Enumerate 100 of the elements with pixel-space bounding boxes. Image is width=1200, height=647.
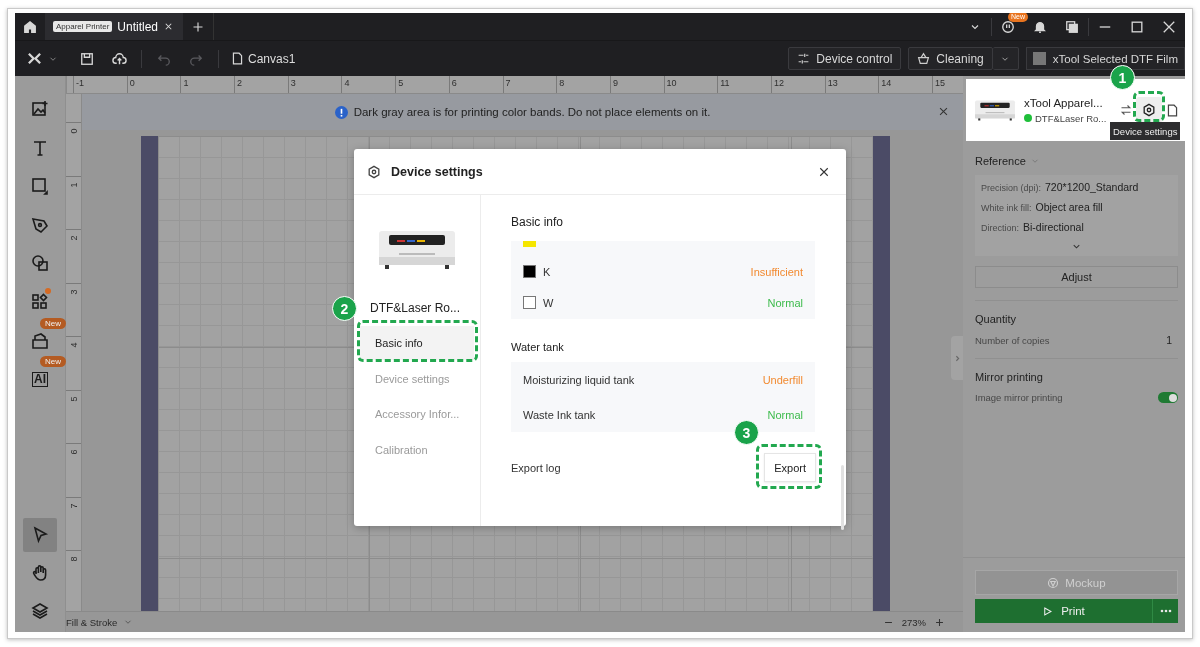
home-icon[interactable] (23, 19, 37, 34)
ruler-label: 7 (505, 78, 511, 88)
tank-status: Underfill (762, 373, 803, 386)
info-icon (334, 105, 348, 119)
ruler-label: 12 (773, 78, 784, 88)
field-label: Number of copies (975, 334, 1050, 346)
ruler-label: 3 (290, 78, 296, 88)
cloud-upload-icon[interactable] (111, 51, 127, 66)
device-mode: DTF&Laser Ro... (1035, 112, 1107, 124)
section-title: Reference (975, 155, 1026, 167)
play-icon (1042, 605, 1054, 617)
section-title: Mirror printing (975, 371, 1044, 383)
field-label: White ink fill: (981, 203, 1032, 213)
ruler-label: 15 (935, 78, 945, 88)
tooltip: Device settings (1110, 122, 1181, 140)
settings-icon (367, 164, 381, 179)
ruler-label: 5 (398, 78, 404, 88)
mockup-icon (1047, 576, 1060, 589)
new-badge: New (40, 317, 66, 329)
adjust-button[interactable]: Adjust (975, 266, 1178, 288)
tank-label: Moisturizing liquid tank (523, 373, 636, 386)
image-add-icon[interactable] (31, 100, 49, 118)
panel-collapse-handle[interactable] (951, 336, 963, 380)
new-badge: New (40, 356, 66, 368)
plus-icon[interactable] (192, 20, 204, 33)
canvas-name: Canvas1 (248, 51, 296, 66)
ruler-label: 2 (237, 78, 243, 88)
ruler-label: 10 (666, 78, 677, 88)
tank-status: Normal (767, 408, 803, 421)
ruler-label: 6 (451, 78, 457, 88)
export-log-label: Export log (511, 461, 561, 474)
ruler-label: 1 (68, 182, 79, 187)
section-title: Water tank (511, 341, 565, 353)
device-name: DTF&Laser Ro... (369, 301, 462, 315)
device-control-button[interactable]: Device control (788, 47, 902, 70)
export-button[interactable]: Export (764, 453, 816, 482)
windows-icon[interactable] (1065, 19, 1079, 34)
ai-tool-icon[interactable]: AI (32, 371, 48, 387)
maximize-icon[interactable] (1130, 19, 1144, 34)
ink-status: Normal (767, 296, 803, 309)
x-logo-icon[interactable] (26, 51, 42, 66)
box-icon[interactable] (31, 331, 49, 350)
device-name: xTool Apparel... (1024, 96, 1104, 109)
ruler-label: 5 (68, 396, 79, 401)
section-title: Basic info (511, 215, 565, 229)
zoom-level: 273% (901, 616, 926, 628)
swap-icon[interactable] (1120, 104, 1132, 116)
material-selector[interactable]: xTool Selected DTF Film (1025, 47, 1185, 70)
banner-message: Dark gray area is for printing color bands. Do not place elements on it. (353, 106, 711, 118)
apps-icon[interactable] (31, 292, 49, 311)
document-tab[interactable]: Apparel Printer Untitled (45, 13, 183, 40)
ruler-label: 1 (183, 78, 189, 88)
pen-icon[interactable] (31, 215, 49, 234)
cleaning-button[interactable]: Cleaning (908, 47, 993, 70)
hand-icon[interactable] (31, 564, 49, 582)
zoom-in-icon[interactable] (934, 616, 945, 628)
layers-icon[interactable] (31, 602, 49, 620)
print-button[interactable]: Print (975, 599, 1152, 623)
mirror-toggle[interactable] (1158, 392, 1178, 403)
ruler-label: -1 (76, 78, 84, 88)
tab-title: Untitled (117, 19, 159, 34)
ruler-label: 13 (827, 78, 838, 88)
close-icon[interactable] (818, 165, 830, 178)
settings-button[interactable] (1136, 97, 1162, 123)
highlight-frame (1133, 91, 1165, 122)
printer-type-badge: Apparel Printer (53, 21, 113, 32)
shapes-icon[interactable] (31, 254, 49, 273)
rectangle-icon[interactable] (31, 177, 49, 196)
ink-status: Insufficient (750, 265, 803, 278)
field-label: Precision (dpi): (981, 183, 1042, 193)
ruler-label: 8 (68, 556, 79, 562)
ruler-label: 3 (68, 289, 79, 294)
ruler-label: 8 (559, 78, 565, 88)
tank-label: Waste Ink tank (523, 408, 597, 421)
ruler-label: 7 (68, 503, 79, 508)
ruler-label: 6 (68, 449, 79, 455)
ruler-label: 4 (68, 342, 79, 348)
file-icon[interactable] (1166, 103, 1179, 117)
pointer-icon[interactable] (31, 526, 49, 544)
more-icon (1159, 609, 1172, 613)
field-value: Bi-directional (1023, 221, 1084, 233)
field-value: 720*1200_Standard (1045, 181, 1139, 193)
ruler-label: 0 (129, 78, 135, 88)
tool-button[interactable] (23, 518, 57, 552)
sliders-icon (797, 52, 811, 65)
copies-value[interactable]: 1 (1166, 334, 1172, 346)
settings-icon (1142, 103, 1156, 117)
fill-stroke-toggle[interactable]: Fill & Stroke (66, 616, 118, 628)
ruler-label: 11 (720, 78, 730, 88)
save-icon[interactable] (80, 51, 94, 66)
text-tool-icon[interactable] (31, 138, 49, 157)
nav-item[interactable]: Basic info (360, 326, 474, 360)
dialog-title: Device settings (391, 164, 484, 179)
section-title: Quantity (975, 313, 1017, 325)
field-value: Object area fill (1035, 201, 1103, 213)
basket-icon (917, 52, 931, 65)
ruler-label: 4 (344, 78, 350, 88)
ruler-label: 9 (612, 78, 618, 88)
ruler-label: 2 (68, 235, 79, 241)
bell-icon[interactable] (1033, 19, 1047, 34)
